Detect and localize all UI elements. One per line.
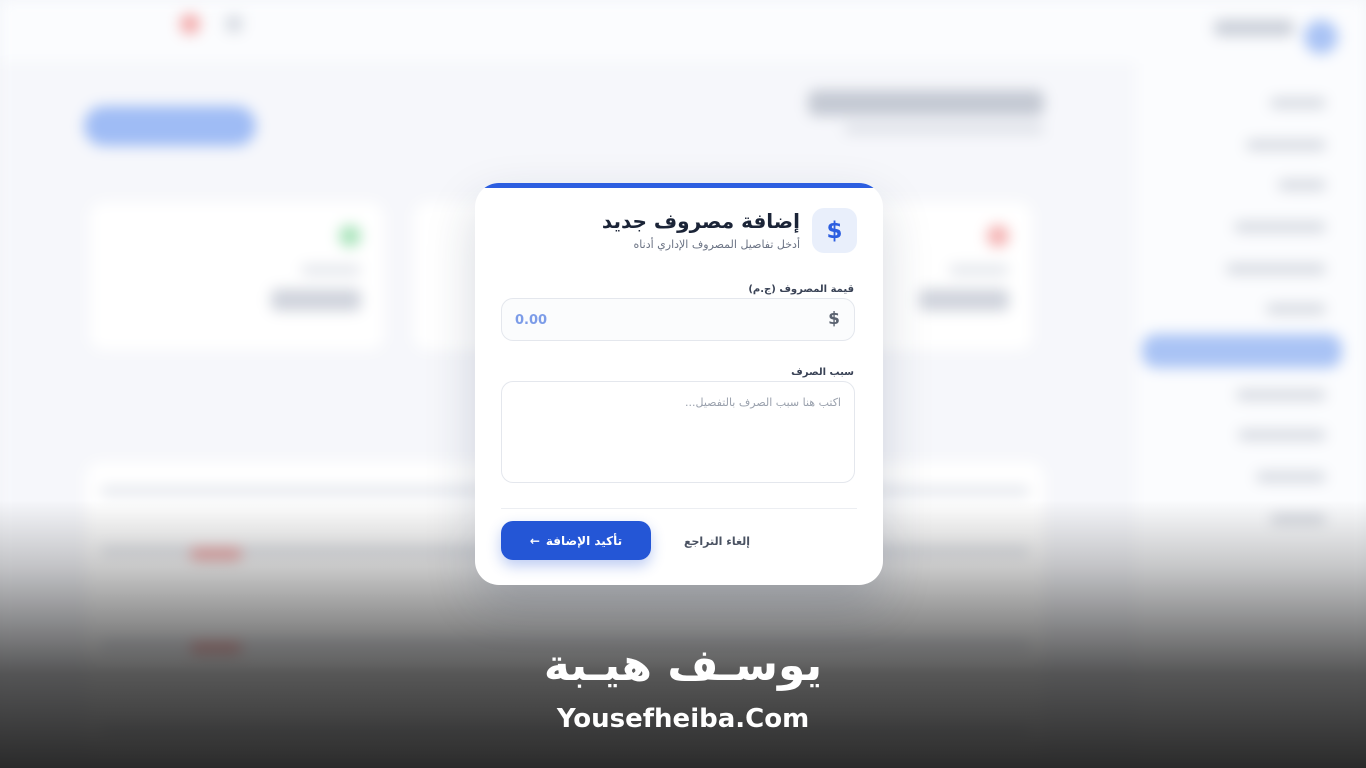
sidebar-item-active bbox=[1142, 334, 1342, 368]
add-expense-button-placeholder bbox=[84, 106, 256, 146]
sidebar-item bbox=[1256, 472, 1326, 482]
sidebar-item bbox=[1270, 98, 1326, 108]
page-title-placeholder bbox=[808, 90, 1044, 116]
cancel-button[interactable]: إلغاء التراجع bbox=[677, 531, 757, 551]
modal-accent-bar bbox=[475, 183, 883, 188]
top-bar bbox=[0, 0, 1366, 65]
modal-title: إضافة مصروف جديد bbox=[601, 209, 800, 233]
stat-card bbox=[88, 200, 386, 352]
sidebar-item bbox=[1238, 430, 1326, 440]
stat-icon bbox=[987, 225, 1009, 247]
add-expense-modal: $ إضافة مصروف جديد أدخل تفاصيل المصروف ا… bbox=[475, 183, 883, 585]
amount-label: قيمة المصروف (ج.م) bbox=[748, 284, 854, 295]
sidebar-item bbox=[1226, 264, 1326, 274]
reason-label: سبب الصرف bbox=[791, 367, 854, 378]
sidebar-item bbox=[1236, 390, 1326, 400]
modal-subtitle: أدخل تفاصيل المصروف الإداري أدناه bbox=[633, 238, 800, 251]
stat-label bbox=[949, 265, 1009, 275]
reason-textarea[interactable]: اكتب هنا سبب الصرف بالتفصيل... bbox=[501, 381, 855, 483]
amount-input[interactable]: $ 0.00 bbox=[501, 298, 855, 341]
stat-label bbox=[301, 265, 361, 275]
page-subtitle-placeholder bbox=[844, 124, 1044, 134]
sidebar-item bbox=[1234, 222, 1326, 232]
dollar-icon: $ bbox=[812, 208, 857, 253]
settings-icon bbox=[226, 16, 242, 32]
watermark-english: Yousefheiba.Com bbox=[556, 704, 810, 734]
footer-divider bbox=[501, 508, 857, 509]
stat-value bbox=[919, 289, 1009, 311]
confirm-add-button[interactable]: تأكيد الإضافة ← bbox=[501, 521, 651, 560]
confirm-button-label: تأكيد الإضافة bbox=[545, 533, 623, 548]
sidebar-item bbox=[1266, 304, 1326, 314]
avatar bbox=[1304, 20, 1338, 54]
sidebar-item bbox=[1246, 140, 1326, 150]
watermark-arabic: يوسـف هيـبة bbox=[543, 640, 823, 691]
stat-icon bbox=[339, 225, 361, 247]
sidebar-item bbox=[1278, 180, 1326, 190]
arrow-left-icon: ← bbox=[529, 533, 540, 548]
amount-value: 0.00 bbox=[515, 313, 548, 328]
brand-placeholder bbox=[1214, 20, 1294, 36]
reason-placeholder: اكتب هنا سبب الصرف بالتفصيل... bbox=[685, 396, 841, 409]
notification-icon bbox=[180, 14, 200, 34]
dollar-glyph: $ bbox=[826, 217, 843, 244]
currency-icon: $ bbox=[828, 309, 840, 329]
stat-value bbox=[271, 289, 361, 311]
